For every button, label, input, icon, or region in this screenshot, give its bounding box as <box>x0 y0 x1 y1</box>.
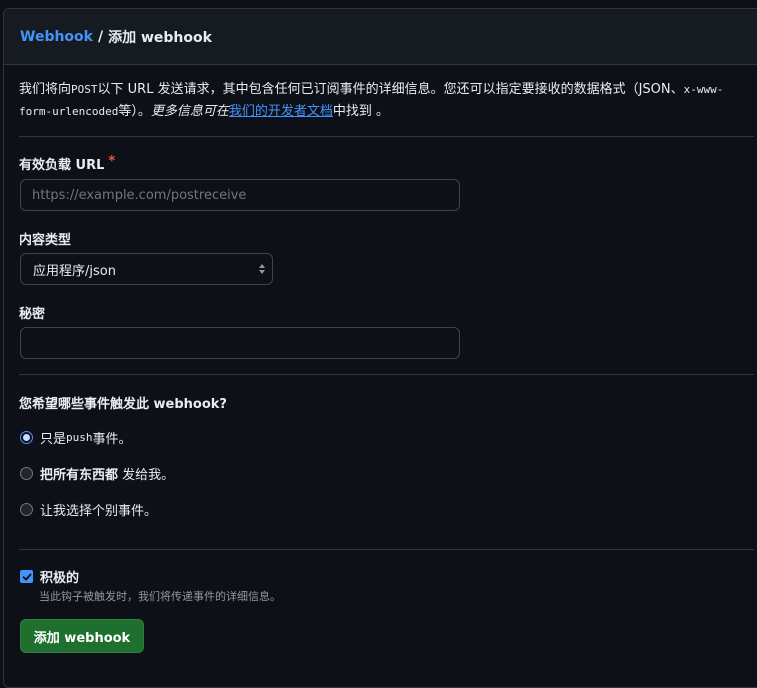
divider <box>19 136 754 137</box>
intro-part2: 以下 URL 发送请求，其中包含任何已订阅事件的详细信息。您还可以指定要接收的数… <box>97 82 684 97</box>
developer-docs-link[interactable]: 我们的开发者文档 <box>229 104 333 119</box>
event-option-individual[interactable]: 让我选择个别事件。 <box>20 500 158 519</box>
radio-push[interactable] <box>20 430 33 444</box>
payload-url-input[interactable] <box>20 179 460 211</box>
page-title: 添加 webhook <box>108 29 212 46</box>
add-webhook-button[interactable]: 添加 webhook <box>20 619 144 653</box>
intro-part3: 等）。 <box>118 104 151 119</box>
event-option-push[interactable]: 只是 push 事件。 <box>20 428 132 447</box>
secret-input[interactable] <box>20 327 460 359</box>
divider <box>19 374 754 375</box>
checkmark-icon <box>22 573 31 580</box>
payload-url-label: 有效负载 URL * <box>19 154 115 173</box>
intro-part1: 我们将向 <box>19 82 72 97</box>
active-note: 当此钩子被触发时，我们将传递事件的详细信息。 <box>39 590 281 603</box>
radio-individual[interactable] <box>20 502 33 516</box>
radio-everything[interactable] <box>20 466 33 480</box>
intro-post-code: POST <box>71 83 98 96</box>
active-row: 积极的 <box>20 567 79 586</box>
breadcrumb-separator: / <box>97 28 104 45</box>
select-arrows-icon <box>259 264 265 274</box>
everything-option-bold: 把所有东西都 <box>40 467 119 483</box>
push-option-prefix: 只是 <box>40 431 67 447</box>
breadcrumb: Webhook / 添加 webhook <box>4 9 757 65</box>
event-option-everything[interactable]: 把所有东西都 发给我。 <box>20 464 175 483</box>
individual-option-label: 让我选择个别事件。 <box>40 503 158 519</box>
secret-label: 秘密 <box>19 307 46 322</box>
events-question: 您希望哪些事件触发此 webhook? <box>19 397 227 412</box>
divider <box>19 549 754 550</box>
active-checkbox[interactable] <box>20 570 33 583</box>
payload-url-label-text: 有效负载 URL <box>19 158 105 173</box>
content-type-selected: 应用程序/json <box>33 263 116 279</box>
intro-more-info: 更多信息可在 <box>150 104 229 119</box>
required-marker: * <box>108 154 116 169</box>
content-type-label: 内容类型 <box>19 233 72 248</box>
intro-part4: 中找到 。 <box>332 104 390 119</box>
content-type-select[interactable]: 应用程序/json <box>20 253 273 285</box>
push-option-code: push <box>66 430 93 444</box>
intro-text: 我们将向POST以下 URL 发送请求，其中包含任何已订阅事件的详细信息。您还可… <box>19 79 749 123</box>
breadcrumb-webhooks-link[interactable]: Webhook <box>20 29 93 45</box>
active-label: 积极的 <box>40 571 80 586</box>
push-option-suffix: 事件。 <box>92 431 132 447</box>
everything-option-rest: 发给我。 <box>122 467 175 483</box>
